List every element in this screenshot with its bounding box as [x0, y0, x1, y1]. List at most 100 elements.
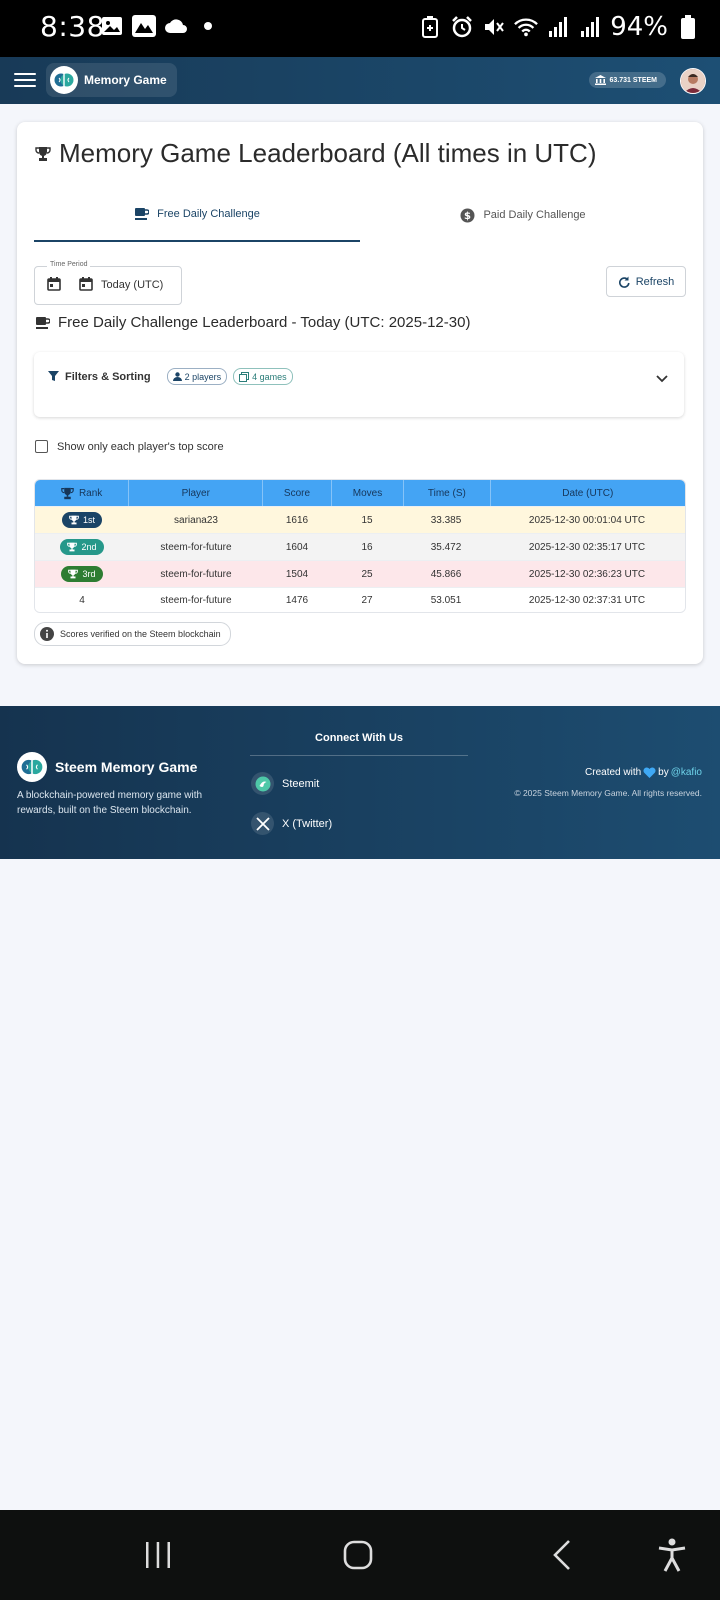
refresh-icon	[618, 276, 630, 288]
table-row: 1st sariana23 1616 15 33.385 2025-12-30 …	[35, 506, 685, 533]
brain-logo-icon	[50, 66, 78, 94]
verified-text: Scores verified on the Steem blockchain	[60, 629, 221, 639]
avatar[interactable]	[680, 68, 706, 94]
accessibility-icon[interactable]	[644, 1510, 700, 1600]
rank-text: 1st	[82, 515, 95, 525]
cloud-icon	[164, 14, 188, 38]
tab-free-daily[interactable]: Free Daily Challenge	[34, 188, 360, 242]
created-with: Created with by @kafio	[585, 767, 702, 778]
tab-paid-daily[interactable]: $ Paid Daily Challenge	[360, 188, 686, 242]
calendar-icon	[79, 277, 93, 296]
rank-header[interactable]: Rank	[35, 480, 130, 506]
dot-icon	[196, 14, 220, 38]
rank-badge-gold: 1st	[61, 512, 102, 528]
player-cell[interactable]: steem-for-future	[129, 561, 263, 587]
top-score-toggle[interactable]: Show only each player's top score	[35, 440, 224, 453]
app-bar: Memory Game 63.731 STEEM	[0, 57, 720, 104]
time-period-value: Today (UTC)	[101, 279, 164, 291]
author-link[interactable]: @kafio	[671, 767, 702, 778]
filter-icon	[48, 371, 59, 381]
time-cell: 35.472	[430, 541, 462, 553]
filters-panel[interactable]: Filters & Sorting 2 players 4 games	[34, 352, 684, 417]
date-header[interactable]: Date (UTC)	[491, 480, 685, 506]
footer-description: A blockchain-powered memory game with re…	[17, 790, 203, 816]
battery-saver-icon	[418, 15, 442, 39]
status-icons-left	[100, 14, 220, 38]
trophy-icon	[61, 487, 74, 499]
challenge-tabs: Free Daily Challenge $ Paid Daily Challe…	[34, 188, 686, 242]
steemit-link[interactable]: Steemit	[251, 772, 319, 795]
status-icons-right: 94%	[418, 12, 700, 42]
bank-icon	[594, 75, 606, 85]
table-row: 4 steem-for-future 1476 27 53.051 2025-1…	[35, 587, 685, 612]
heart-icon	[643, 767, 656, 778]
leaderboard-subtitle: Free Daily Challenge Leaderboard - Today…	[35, 314, 470, 331]
player-cell[interactable]: steem-for-future	[129, 534, 263, 560]
rank-badge-bronze: 3rd	[61, 566, 103, 582]
refresh-button[interactable]: Refresh	[606, 266, 686, 297]
menu-icon[interactable]	[14, 69, 36, 91]
moves-cell: 27	[361, 594, 373, 606]
verified-badge: Scores verified on the Steem blockchain	[34, 622, 231, 646]
rank-text: 2nd	[81, 542, 97, 552]
time-period-label: Time Period	[47, 261, 91, 268]
alarm-icon	[450, 15, 474, 39]
moves-cell: 15	[361, 514, 373, 526]
score-header[interactable]: Score	[263, 480, 332, 506]
brand-button[interactable]: Memory Game	[46, 63, 177, 97]
status-time: 8:38	[40, 10, 105, 43]
brain-logo-icon	[17, 752, 47, 782]
svg-text:$: $	[464, 211, 471, 222]
cards-icon	[239, 371, 250, 382]
time-cell: 53.051	[430, 594, 462, 606]
moves-header[interactable]: Moves	[332, 480, 405, 506]
top-score-label: Show only each player's top score	[57, 440, 224, 453]
players-count-text: 2 players	[184, 371, 222, 382]
time-header[interactable]: Time (S)	[404, 480, 491, 506]
date-cell: 2025-12-30 00:01:04 UTC	[528, 514, 646, 526]
score-cell: 1504	[285, 568, 309, 580]
connect-title: Connect With Us	[315, 732, 403, 744]
image-icon	[100, 14, 124, 38]
divider	[250, 755, 468, 756]
twitter-label: X (Twitter)	[282, 817, 333, 830]
tab-paid-daily-label: Paid Daily Challenge	[483, 209, 586, 221]
table-row: 3rd steem-for-future 1504 25 45.866 2025…	[35, 560, 685, 587]
page-title: Memory Game Leaderboard (All times in UT…	[35, 138, 597, 169]
battery-icon	[676, 15, 700, 39]
wifi-icon	[514, 15, 539, 39]
gallery-icon	[132, 14, 156, 38]
calendar-icon[interactable]	[47, 277, 61, 296]
wallet-balance[interactable]: 63.731 STEEM	[588, 72, 666, 88]
signal-icon	[578, 15, 602, 39]
table-row: 2nd steem-for-future 1604 16 35.472 2025…	[35, 533, 685, 560]
top-score-checkbox[interactable]	[35, 440, 48, 453]
status-bar: 8:38 94%	[0, 0, 720, 57]
player-cell[interactable]: steem-for-future	[129, 588, 263, 612]
rank-badge-silver: 2nd	[60, 539, 104, 555]
player-cell[interactable]: sariana23	[129, 507, 263, 533]
time-cell: 33.385	[430, 514, 462, 526]
created-prefix: Created with	[585, 767, 642, 778]
player-header[interactable]: Player	[129, 480, 264, 506]
trophy-icon	[35, 146, 51, 161]
chevron-down-icon[interactable]	[656, 370, 668, 388]
back-icon[interactable]	[534, 1510, 590, 1600]
footer-brand-name: Steem Memory Game	[55, 759, 198, 775]
home-icon[interactable]	[330, 1510, 386, 1600]
battery-percent: 94%	[610, 12, 668, 42]
footer: Steem Memory Game A blockchain-powered m…	[0, 706, 720, 859]
trophy-icon	[68, 569, 79, 579]
score-cell: 1616	[285, 514, 309, 526]
rank-header-label: Rank	[78, 487, 103, 499]
table-header: Rank Player Score Moves Time (S) Date (U…	[35, 480, 685, 506]
rank-text: 3rd	[82, 569, 96, 579]
time-period-select[interactable]: Time Period Today (UTC)	[34, 261, 182, 305]
games-count-text: 4 games	[252, 371, 287, 382]
leaderboard-table: Rank Player Score Moves Time (S) Date (U…	[34, 479, 686, 613]
recent-apps-icon[interactable]	[130, 1510, 186, 1600]
tab-free-daily-label: Free Daily Challenge	[157, 208, 260, 220]
twitter-link[interactable]: X (Twitter)	[251, 812, 332, 835]
moves-cell: 25	[361, 568, 373, 580]
steemit-icon	[251, 772, 274, 795]
